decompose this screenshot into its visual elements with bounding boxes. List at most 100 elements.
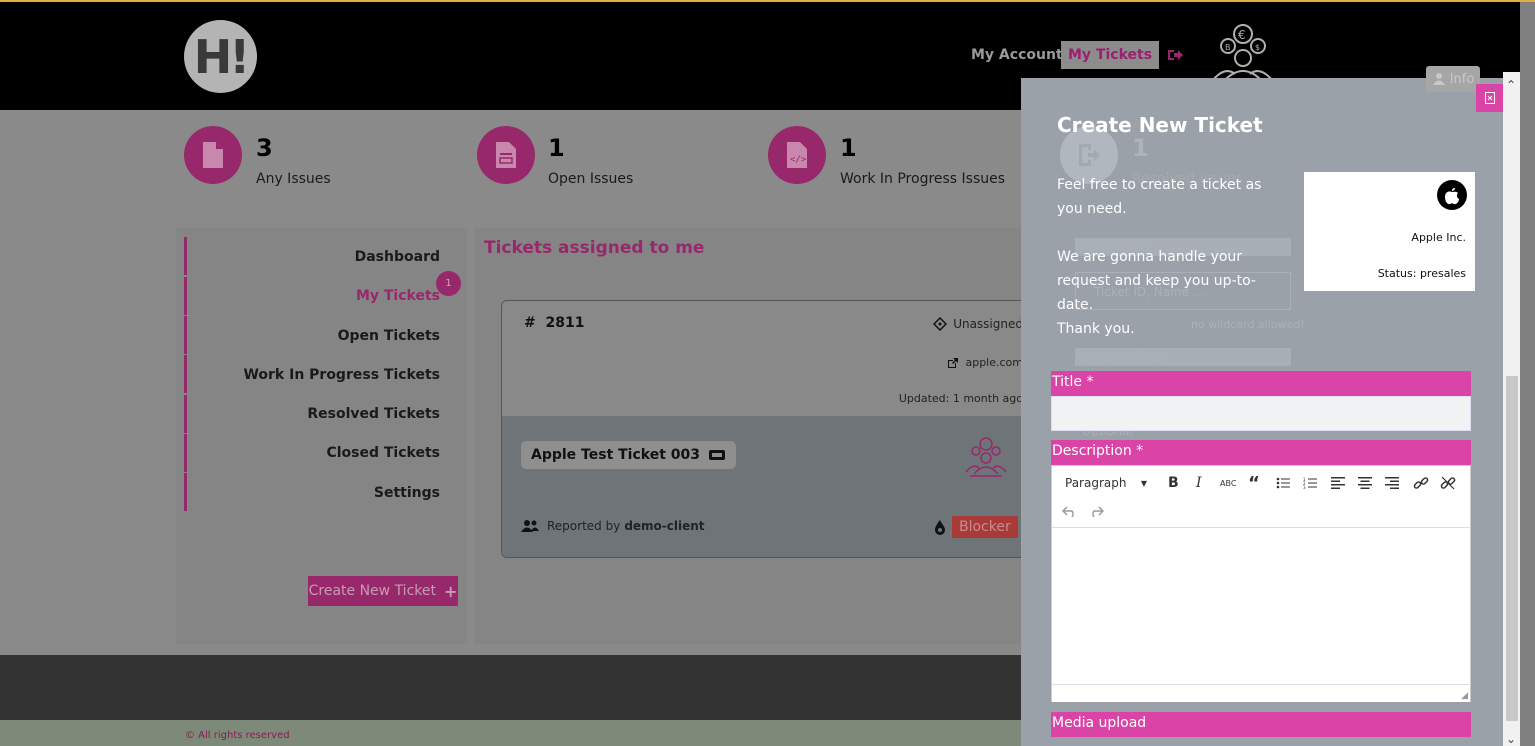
panel-handle-text: We are gonna handle your request and kee…	[1057, 249, 1256, 313]
logout-icon[interactable]	[1166, 46, 1184, 64]
title-field-label: Title *	[1051, 371, 1471, 396]
title-input[interactable]	[1051, 396, 1471, 431]
hash-icon: #	[524, 315, 536, 331]
apple-logo-icon	[1437, 180, 1467, 210]
urgency-badge: Blocker	[952, 516, 1018, 538]
sidebar-item-settings[interactable]: Settings	[374, 485, 440, 501]
site-logo[interactable]: H!	[184, 20, 257, 93]
flame-icon	[935, 520, 945, 535]
paragraph-select-value: Paragraph	[1065, 476, 1127, 490]
ticket-title-text: Apple Test Ticket 003	[531, 447, 700, 463]
file-text-icon	[477, 126, 535, 184]
urgency-filter-label: Urgency Filter	[1078, 350, 1169, 365]
svg-text:</>: </>	[790, 155, 807, 165]
close-panel-button[interactable]	[1476, 84, 1503, 112]
unlink-icon[interactable]	[1440, 474, 1456, 492]
sidebar-marker	[184, 473, 187, 511]
svg-text:$: $	[1255, 43, 1260, 52]
company-card: Apple Inc. Status: presales	[1304, 172, 1475, 291]
users-icon	[521, 520, 539, 532]
chevron-up-icon[interactable]: ⌃	[1506, 78, 1516, 92]
ticket-card[interactable]: # 2811 Unassigned apple.com Updated: 1 m…	[501, 300, 1036, 558]
sidebar-item-open-tickets[interactable]: Open Tickets	[338, 328, 440, 344]
plus-icon: +	[443, 581, 458, 601]
undo-icon[interactable]	[1062, 502, 1078, 520]
panel-intro-text: Feel free to create a ticket as you need…	[1057, 177, 1262, 217]
link-icon[interactable]	[1413, 474, 1429, 492]
media-upload-label: Media upload	[1051, 712, 1471, 737]
paragraph-select[interactable]: Paragraph ▼	[1065, 474, 1147, 492]
bullet-list-icon[interactable]	[1276, 474, 1290, 492]
tickets-heading: Tickets assigned to me	[484, 238, 705, 258]
sidebar-marker	[184, 395, 187, 433]
sidebar-marker	[184, 355, 187, 393]
blockquote-icon[interactable]: “	[1248, 473, 1260, 494]
info-label: Info	[1449, 71, 1475, 87]
sidebar-item-dashboard[interactable]: Dashboard	[355, 249, 440, 265]
svg-text:3: 3	[1303, 485, 1306, 489]
company-name: Apple Inc.	[1411, 231, 1466, 244]
stat-resolved-count: 1	[1132, 134, 1149, 162]
ticket-id: # 2811	[524, 315, 584, 331]
tag-icon	[933, 317, 948, 331]
editor-toolbar: Paragraph ▼ B I ABC “ 123	[1052, 466, 1470, 528]
sidebar-item-resolved-tickets[interactable]: Resolved Tickets	[307, 406, 440, 422]
align-left-icon[interactable]	[1331, 474, 1345, 492]
caret-down-icon: ▼	[1140, 478, 1147, 488]
urgency: Blocker	[934, 516, 1018, 538]
user-icon	[1432, 73, 1445, 85]
code-file-icon: </>	[768, 126, 826, 184]
info-button[interactable]: Info	[1426, 66, 1480, 92]
panel-thanks-text: Thank you.	[1057, 321, 1135, 337]
stat-wip-count: 1	[840, 134, 857, 162]
close-icon	[1484, 92, 1495, 104]
file-icon	[184, 126, 242, 184]
svg-text:B: B	[1225, 43, 1231, 52]
stat-wip-label: Work In Progress Issues	[840, 171, 1006, 187]
nav-my-tickets[interactable]: My Tickets	[1061, 41, 1160, 69]
reporter-name: demo-client	[624, 519, 705, 533]
sidebar-marker	[184, 434, 187, 472]
chevron-down-icon[interactable]: ⌄	[1506, 732, 1516, 746]
scrollbar-thumb[interactable]	[1506, 376, 1518, 721]
website-link[interactable]: apple.com	[947, 356, 1023, 369]
ticket-number: 2811	[545, 315, 585, 331]
sidebar-item-wip-tickets[interactable]: Work In Progress Tickets	[243, 367, 440, 383]
stat-any-count: 3	[256, 134, 273, 162]
money-team-illustration	[965, 437, 1007, 477]
ticket-title[interactable]: Apple Test Ticket 003	[521, 441, 736, 469]
stat-open-label: Open Issues	[548, 171, 634, 187]
align-center-icon[interactable]	[1358, 474, 1372, 492]
numbered-list-icon[interactable]: 123	[1303, 474, 1317, 492]
panel-title: Create New Ticket	[1057, 113, 1263, 137]
website-label: apple.com	[965, 356, 1023, 369]
ticket-icon	[709, 450, 725, 460]
editor-statusbar: ◢	[1052, 684, 1470, 702]
align-right-icon[interactable]	[1385, 474, 1399, 492]
sidebar-item-my-tickets[interactable]: My Tickets	[356, 288, 440, 304]
external-link-icon	[948, 357, 959, 368]
create-ticket-label: Create New Ticket	[308, 583, 436, 599]
sidebar-marker	[184, 316, 187, 354]
svg-text:€: €	[1238, 28, 1246, 42]
my-tickets-badge: 1	[436, 271, 461, 296]
redo-icon[interactable]	[1088, 502, 1104, 520]
description-editor[interactable]: Paragraph ▼ B I ABC “ 123 ◢	[1051, 465, 1471, 702]
sidebar-marker	[184, 277, 187, 315]
resize-handle-icon[interactable]: ◢	[1461, 691, 1468, 701]
strikethrough-icon[interactable]: ABC	[1220, 474, 1236, 492]
stat-open-count: 1	[548, 134, 565, 162]
updated-time: Updated: 1 month ago	[898, 392, 1023, 405]
description-field-label: Description *	[1051, 440, 1471, 465]
stat-any-label: Any Issues	[256, 171, 331, 187]
sidebar-item-closed-tickets[interactable]: Closed Tickets	[326, 445, 440, 461]
reported-by: Reported by demo-client	[521, 519, 705, 533]
editor-text-area[interactable]	[1052, 529, 1470, 684]
assignee: Unassigned	[933, 317, 1023, 331]
copyright: © All rights reserved	[185, 730, 290, 741]
company-status: Status: presales	[1377, 267, 1466, 280]
create-ticket-button[interactable]: Create New Ticket +	[308, 576, 458, 606]
italic-icon[interactable]: I	[1196, 474, 1202, 492]
bold-icon[interactable]: B	[1168, 474, 1179, 492]
nav-my-account[interactable]: My Account	[971, 47, 1063, 63]
